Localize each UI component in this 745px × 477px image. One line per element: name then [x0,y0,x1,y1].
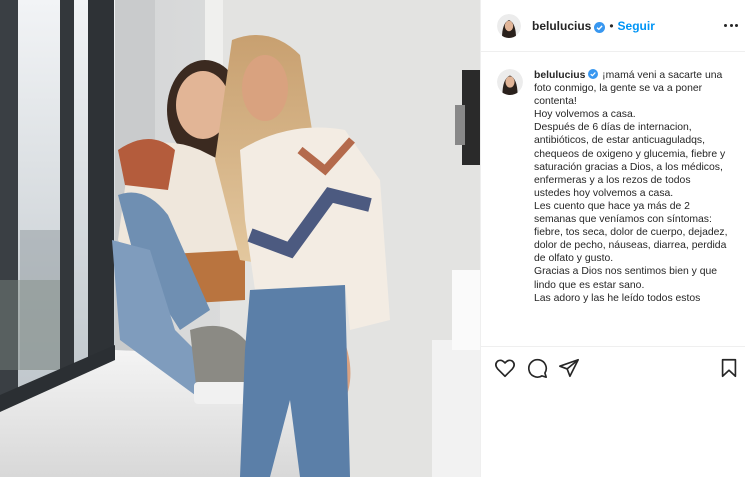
post-actions [481,346,745,388]
caption-line-2: Después de 6 días de internacion, antibi… [534,122,726,199]
heart-icon[interactable] [494,357,516,379]
post-username[interactable]: belulucius [532,19,591,33]
caption-line-1: Hoy volvemos a casa. [534,109,636,121]
comment-icon[interactable] [526,357,548,379]
verified-badge-icon [594,20,606,33]
caption-username[interactable]: belulucius [534,70,585,81]
caption-line-4: Gracias a Dios nos sentimos bien y que l… [534,266,718,291]
avatar[interactable] [497,13,521,38]
post-photo[interactable] [0,0,480,477]
caption: belulucius ¡mamá veni a sacarte una foto… [497,69,732,305]
post-side-panel: belulucius • Seguir belulucius ¡mamá ven… [480,0,745,477]
post-header: belulucius • Seguir [481,0,745,52]
more-options-icon[interactable] [724,18,738,32]
comments-area[interactable]: belulucius ¡mamá veni a sacarte una foto… [481,53,745,345]
follow-button[interactable]: Seguir [618,19,655,33]
caption-line: belulucius ¡mamá veni a sacarte una foto… [534,69,728,108]
caption-line-5: Las adoro y las he leído todos estos [534,292,701,304]
caption-verified-badge-icon [588,69,599,80]
caption-line-3: Les cuento que hace ya más de 2 semanas … [534,200,728,265]
header-separator: • [609,18,614,33]
post-photo-image [0,0,480,477]
caption-avatar[interactable] [497,69,523,95]
caption-text: belulucius ¡mamá veni a sacarte una foto… [534,69,728,305]
share-icon[interactable] [558,357,580,379]
bookmark-icon[interactable] [718,357,740,379]
